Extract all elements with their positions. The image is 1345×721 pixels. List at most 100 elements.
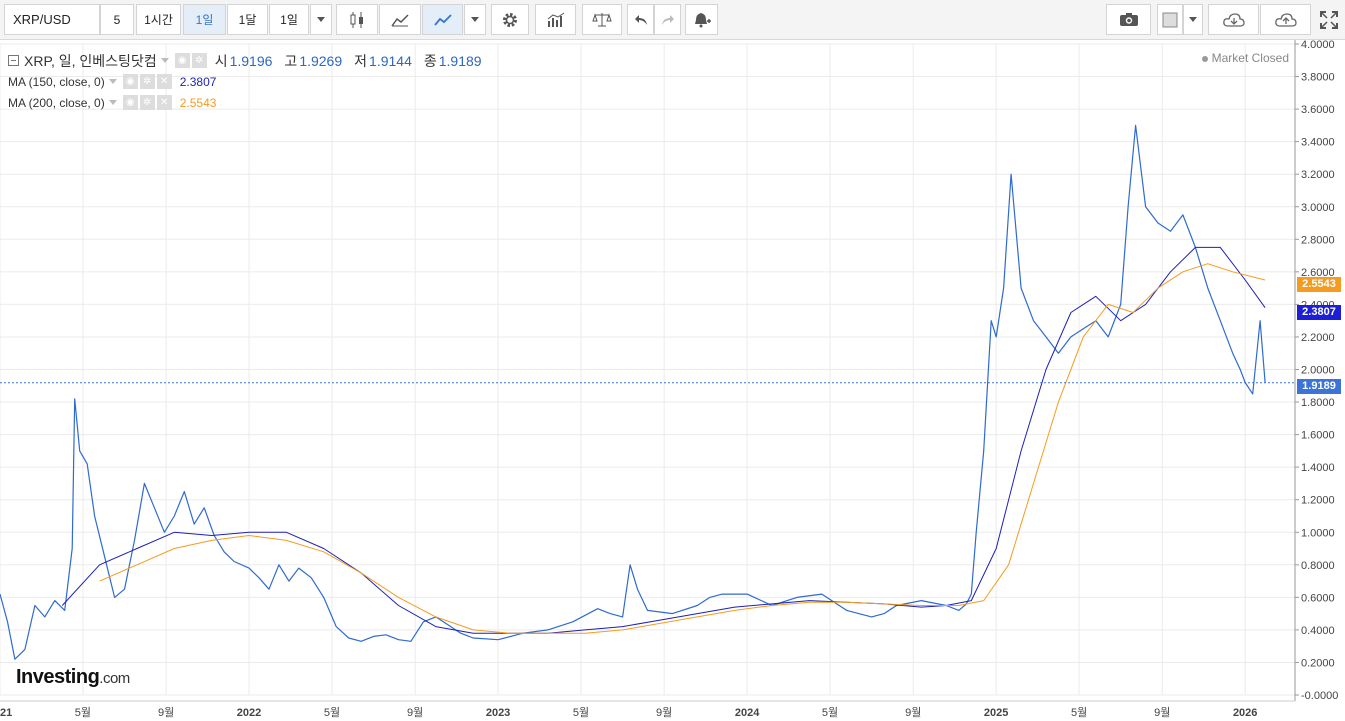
mountain-icon bbox=[391, 13, 409, 27]
x-tick-label: 5월 bbox=[1071, 706, 1087, 719]
legend-main-row: XRP, 일, 인베스팅닷컴 ◉ ✲ 시 1.9196 고 1.9269 저 1.91… bbox=[8, 50, 488, 71]
save-chart-button[interactable] bbox=[1260, 4, 1311, 35]
symbol-field[interactable]: XRP/USD bbox=[4, 4, 100, 35]
caret-down-icon[interactable] bbox=[160, 58, 169, 63]
open-value: 1.9196 bbox=[229, 52, 273, 69]
y-tick-label: -0.0000 bbox=[1301, 690, 1338, 702]
x-tick-label: 2026 bbox=[1233, 707, 1257, 719]
number-field[interactable]: 5 bbox=[100, 4, 134, 35]
status-dot-icon bbox=[1201, 55, 1208, 62]
legend-ma200-row: MA (200, close, 0) ◉ ✲ ✕ 2.5543 bbox=[8, 92, 488, 113]
last-price-tag: 1.9189 bbox=[1297, 379, 1341, 394]
redo-button[interactable] bbox=[654, 4, 681, 35]
ma150-value: 2.3807 bbox=[179, 74, 217, 89]
template-icon bbox=[1162, 12, 1178, 28]
interval-1mo-button[interactable]: 1달 bbox=[227, 4, 268, 35]
caret-down-icon[interactable] bbox=[108, 79, 117, 84]
candlestick-icon bbox=[349, 11, 365, 29]
interval-label: 1달 bbox=[238, 13, 257, 27]
close-value: 1.9189 bbox=[438, 52, 482, 69]
cloud-download-icon bbox=[1222, 12, 1246, 28]
close-icon[interactable]: ✕ bbox=[156, 74, 172, 89]
y-tick-label: 2.2000 bbox=[1301, 332, 1335, 344]
close-icon[interactable]: ✕ bbox=[156, 95, 172, 110]
x-tick-label: 2025 bbox=[984, 707, 1008, 719]
ma200-value: 2.5543 bbox=[179, 95, 217, 110]
y-tick-label: 0.8000 bbox=[1301, 560, 1335, 572]
interval-1h-button[interactable]: 1시간 bbox=[136, 4, 181, 35]
y-tick-label: 0.4000 bbox=[1301, 625, 1335, 637]
alert-button[interactable] bbox=[685, 4, 718, 35]
x-tick-label: 5월 bbox=[324, 706, 340, 719]
market-status-label: Market Closed bbox=[1211, 51, 1289, 65]
high-value: 1.9269 bbox=[299, 52, 343, 69]
fullscreen-button[interactable] bbox=[1316, 4, 1342, 35]
caret-down-icon[interactable] bbox=[108, 100, 117, 105]
high-label: 고 bbox=[284, 52, 298, 69]
settings-icon[interactable]: ✲ bbox=[139, 74, 155, 89]
x-tick-label: 2024 bbox=[735, 707, 760, 719]
ma200-series-line bbox=[99, 263, 1266, 634]
legend-title: XRP, 일, 인베스팅닷컴 bbox=[24, 52, 157, 69]
interval-select-button[interactable]: 1일 bbox=[269, 4, 309, 35]
line-chart-button[interactable] bbox=[422, 4, 463, 35]
y-tick-label: 3.8000 bbox=[1301, 72, 1335, 84]
fullscreen-icon bbox=[1320, 10, 1338, 29]
indicators-button[interactable] bbox=[535, 4, 576, 35]
mountain-chart-button[interactable] bbox=[379, 4, 421, 35]
x-tick-label: 2022 bbox=[237, 707, 261, 719]
toolbar: XRP/USD 5 1시간 1일 1달 1일 bbox=[0, 0, 1345, 40]
y-tick-label: 2.0000 bbox=[1301, 365, 1335, 377]
template-dropdown[interactable] bbox=[1183, 4, 1203, 35]
interval-label: 1일 bbox=[280, 13, 298, 27]
x-tick-label: 9월 bbox=[656, 706, 672, 719]
price-chart[interactable]: 4.0000 3.8000 3.6000 3.4000 3.2000 3.0000 2.80… bbox=[0, 40, 1345, 721]
chevron-down-icon bbox=[1189, 17, 1197, 22]
candlestick-button[interactable] bbox=[336, 4, 378, 35]
x-tick-label: 5월 bbox=[75, 706, 91, 719]
chart-legend: XRP, 일, 인베스팅닷컴 ◉ ✲ 시 1.9196 고 1.9269 저 1.91… bbox=[8, 50, 488, 113]
interval-1d-button[interactable]: 1일 bbox=[183, 4, 226, 35]
chart-type-dropdown[interactable] bbox=[464, 4, 486, 35]
line-icon bbox=[433, 13, 452, 26]
investing-logo: Investing.com bbox=[16, 666, 130, 689]
price-series-line bbox=[0, 124, 1266, 660]
gear-icon bbox=[501, 11, 519, 29]
y-tick-label: 1.6000 bbox=[1301, 430, 1335, 442]
settings-icon[interactable]: ✲ bbox=[191, 53, 207, 68]
y-tick-label: 0.6000 bbox=[1301, 592, 1335, 604]
template-button[interactable] bbox=[1157, 4, 1183, 35]
ma200-price-tag: 2.5543 bbox=[1297, 277, 1341, 292]
y-tick-label: 3.6000 bbox=[1301, 104, 1335, 116]
interval-dropdown-button[interactable] bbox=[310, 4, 332, 35]
eye-icon[interactable]: ◉ bbox=[122, 74, 138, 89]
compare-button[interactable] bbox=[582, 4, 622, 35]
x-tick-label: 9월 bbox=[1154, 706, 1170, 719]
chart-area[interactable]: 4.0000 3.8000 3.6000 3.4000 3.2000 3.0000 2.80… bbox=[0, 40, 1345, 721]
eye-icon[interactable]: ◉ bbox=[122, 95, 138, 110]
interval-label: 1일 bbox=[195, 13, 214, 27]
symbol-label: XRP/USD bbox=[13, 12, 71, 27]
chevron-down-icon bbox=[471, 17, 479, 22]
y-tick-label: 3.2000 bbox=[1301, 169, 1335, 181]
x-tick-label: 9월 bbox=[158, 706, 174, 719]
settings-button[interactable] bbox=[491, 4, 529, 35]
settings-icon[interactable]: ✲ bbox=[139, 95, 155, 110]
snapshot-button[interactable] bbox=[1106, 4, 1151, 35]
collapse-icon[interactable] bbox=[8, 55, 19, 66]
load-chart-button[interactable] bbox=[1208, 4, 1259, 35]
y-tick-label: 4.0000 bbox=[1301, 40, 1335, 51]
alert-icon bbox=[693, 11, 711, 29]
undo-icon bbox=[634, 14, 648, 26]
x-tick-label: 9월 bbox=[407, 706, 423, 719]
y-tick-label: 3.0000 bbox=[1301, 202, 1335, 214]
eye-icon[interactable]: ◉ bbox=[174, 53, 190, 68]
undo-button[interactable] bbox=[627, 4, 654, 35]
y-tick-label: 2.8000 bbox=[1301, 234, 1335, 246]
scale-icon bbox=[592, 12, 612, 28]
y-tick-label: 1.0000 bbox=[1301, 527, 1335, 539]
low-label: 저 bbox=[354, 52, 368, 69]
x-tick-label: 5월 bbox=[573, 706, 589, 719]
y-tick-label: 1.4000 bbox=[1301, 462, 1335, 474]
legend-ma150-row: MA (150, close, 0) ◉ ✲ ✕ 2.3807 bbox=[8, 71, 488, 92]
